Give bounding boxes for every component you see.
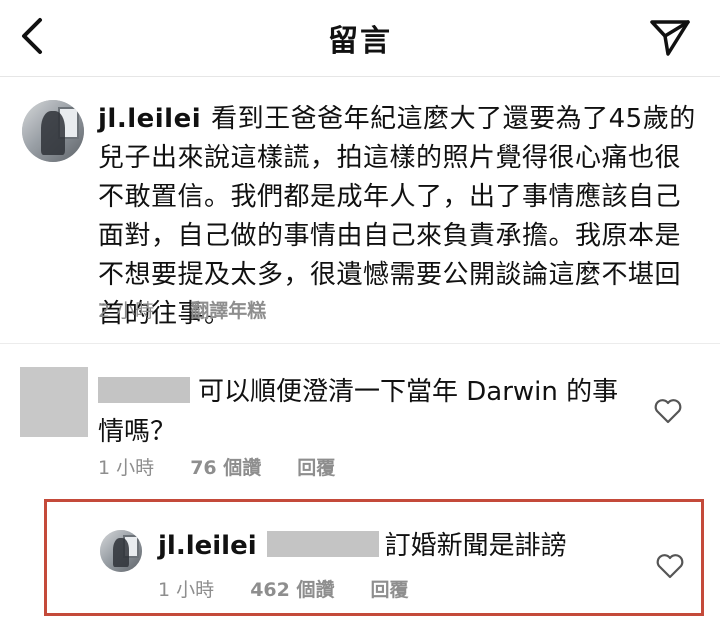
comment-time: 2 小時 <box>98 300 155 322</box>
reply-likes[interactable]: 76 個讚 <box>190 457 261 479</box>
redacted-mention <box>266 531 379 557</box>
like-button[interactable] <box>654 398 682 424</box>
avatar[interactable] <box>22 100 84 162</box>
avatar[interactable] <box>100 530 142 572</box>
share-button[interactable] <box>648 14 692 58</box>
page-title: 留言 <box>328 24 392 59</box>
nested-reply-meta: 1 小時 462 個讚 回覆 <box>158 575 409 602</box>
comment-username[interactable]: jl.leilei <box>98 104 201 134</box>
redacted-username <box>98 377 190 403</box>
divider <box>0 343 720 344</box>
paper-plane-icon <box>650 20 690 56</box>
avatar-redacted[interactable] <box>20 367 88 437</box>
comment-meta: 2 小時 翻譯年糕 <box>98 296 266 323</box>
translate-button[interactable]: 翻譯年糕 <box>190 300 266 322</box>
reply-button[interactable]: 回覆 <box>297 457 335 479</box>
reply-meta: 1 小時 76 個讚 回覆 <box>98 453 335 480</box>
nested-reply-body: jl.leilei 訂婚新聞是誹謗 <box>158 526 567 566</box>
nested-reply-likes[interactable]: 462 個讚 <box>250 579 334 601</box>
like-button[interactable] <box>656 553 684 579</box>
heart-icon <box>656 554 684 579</box>
reply-body: 可以順便澄清一下當年 Darwin 的事情嗎？ <box>98 372 628 452</box>
reply-time: 1 小時 <box>98 457 155 479</box>
nested-reply-button[interactable]: 回覆 <box>371 579 409 601</box>
nested-reply-time: 1 小時 <box>158 579 215 601</box>
nested-reply-text: 訂婚新聞是誹謗 <box>384 531 567 561</box>
heart-icon <box>654 399 682 424</box>
nested-reply-username[interactable]: jl.leilei <box>158 531 257 561</box>
